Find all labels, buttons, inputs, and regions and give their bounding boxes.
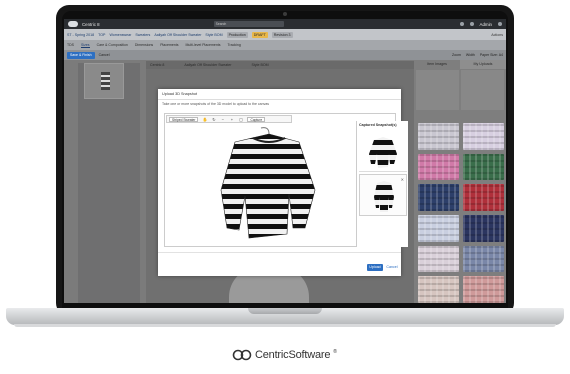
tab-sizes[interactable]: Sizes: [81, 43, 90, 48]
laptop-base-shadow: [14, 324, 556, 327]
tab-care-composition[interactable]: Care & Composition: [97, 43, 128, 47]
dialog-description: Take one or more snapshots of the 3D mod…: [162, 102, 270, 106]
tab-multi-level-placements[interactable]: Multi-level Placements: [185, 43, 220, 47]
actions-menu[interactable]: Actions: [491, 33, 503, 37]
brand-logo: CentricSoftware ®: [232, 349, 337, 361]
fabric-swatch[interactable]: [418, 245, 459, 273]
search-input[interactable]: Search: [213, 21, 284, 27]
app-logo-icon: [68, 21, 78, 27]
fabric-swatch[interactable]: [418, 214, 459, 242]
cancel-link[interactable]: Cancel: [99, 53, 110, 57]
fabric-swatch[interactable]: [463, 276, 504, 303]
close-icon[interactable]: ✕: [401, 177, 404, 182]
draft-badge: DRAFT: [251, 31, 268, 38]
user-menu[interactable]: Admin: [480, 22, 492, 27]
captured-snapshots-panel: Captured Snapshot(s) ✕: [356, 121, 408, 247]
divider: [158, 99, 401, 100]
zoom-label: Zoom: [451, 53, 461, 57]
canvas-header-section: Style BOM: [251, 63, 269, 67]
revision-badge[interactable]: Revision 3: [271, 31, 293, 38]
page-thumbnail[interactable]: [84, 63, 124, 99]
centric-logo-icon: [232, 349, 252, 361]
fabric-swatch[interactable]: [463, 184, 504, 211]
zoom-in-icon[interactable]: +: [229, 117, 234, 122]
breadcrumb: ST - Spring 2018 TOP Womenswear Sweaters…: [64, 29, 506, 40]
view-select[interactable]: Striped Sweater: [169, 116, 199, 122]
tab-placements[interactable]: Placements: [160, 43, 178, 47]
fabric-swatch[interactable]: [463, 123, 504, 150]
settings-icon[interactable]: [498, 22, 502, 26]
app-title: Centric 8: [82, 21, 100, 27]
brand-name: CentricSoftware: [255, 349, 331, 361]
images-panel-tabs: Item Images My Uploads: [414, 60, 506, 69]
toolbar: Save & Finish Cancel Zoom Width Paper Si…: [64, 50, 506, 60]
zoom-out-icon[interactable]: −: [220, 117, 225, 122]
tab-tds[interactable]: TDS: [67, 43, 74, 47]
canvas-header-style: Aaliyah Off Shoulder Sweater: [184, 63, 232, 67]
status-badge[interactable]: Production: [226, 31, 248, 38]
fabric-swatch[interactable]: [418, 276, 459, 303]
breadcrumb-item[interactable]: Aaliyah Off Shoulder Sweater: [154, 33, 201, 37]
dialog-title: Upload 3D Snapshot: [162, 92, 198, 96]
help-icon[interactable]: [469, 22, 474, 26]
viewer-toolbar: Striped Sweater ✋ ↻ − + ▢ Capture: [166, 115, 292, 123]
breadcrumb-item[interactable]: Sweaters: [135, 33, 150, 37]
tab-bar: TDS Sizes Care & Composition Dimensions …: [64, 40, 506, 50]
breadcrumb-item[interactable]: Style BOM: [205, 33, 222, 37]
tab-my-uploads[interactable]: My Uploads: [460, 60, 506, 69]
zoom-select[interactable]: Width: [466, 53, 475, 57]
laptop-notch: [248, 308, 322, 314]
upload-3d-snapshot-dialog: Upload 3D Snapshot Take one or more snap…: [158, 89, 408, 276]
fabric-swatch[interactable]: [463, 214, 504, 242]
divider: [158, 252, 401, 253]
breadcrumb-item[interactable]: ST - Spring 2018: [67, 33, 94, 37]
tab-dimensions[interactable]: Dimensions: [135, 43, 153, 47]
fabric-swatch[interactable]: [463, 245, 504, 273]
paper-size-select[interactable]: Paper Size: A4: [480, 53, 503, 57]
cancel-button[interactable]: Cancel: [385, 264, 399, 271]
capture-button[interactable]: Capture: [247, 116, 266, 122]
tab-tracking[interactable]: Tracking: [228, 43, 241, 47]
sweater-3d-model: [220, 127, 316, 239]
breadcrumb-item[interactable]: TOP: [98, 33, 105, 37]
brand-trademark: ®: [333, 349, 337, 355]
upload-thumb[interactable]: [416, 70, 459, 110]
captured-snapshot[interactable]: [359, 130, 407, 172]
3d-viewer[interactable]: [165, 124, 355, 246]
upload-thumbs-row: [416, 70, 504, 110]
captured-title: Captured Snapshot(s): [359, 123, 397, 127]
canvas-header: Centric 8 Aaliyah Off Shoulder Sweater S…: [146, 61, 414, 69]
save-finish-button[interactable]: Save & Finish: [67, 51, 95, 59]
tab-item-images[interactable]: Item Images: [414, 60, 460, 69]
fabric-swatch-grid: [418, 123, 504, 303]
frame-icon[interactable]: ▢: [238, 117, 243, 122]
fabric-swatch[interactable]: [418, 123, 459, 150]
pan-icon[interactable]: ✋: [202, 117, 207, 122]
fabric-swatch[interactable]: [463, 153, 504, 181]
rotate-icon[interactable]: ↻: [211, 117, 216, 122]
upload-thumb[interactable]: [461, 70, 504, 110]
breadcrumb-item[interactable]: Womenswear: [109, 33, 131, 37]
fabric-swatch[interactable]: [418, 184, 459, 211]
camera-icon: [283, 12, 287, 16]
upload-button[interactable]: Upload: [367, 264, 383, 271]
app-topbar: Centric 8 Search Admin: [64, 19, 506, 29]
laptop-screen: Centric 8 Search Admin ST - Spring 2018 …: [64, 19, 506, 303]
captured-snapshot[interactable]: ✕: [359, 174, 407, 216]
canvas-header-app: Centric 8: [150, 63, 165, 67]
notification-icon[interactable]: [459, 22, 464, 26]
fabric-swatch[interactable]: [418, 153, 459, 181]
